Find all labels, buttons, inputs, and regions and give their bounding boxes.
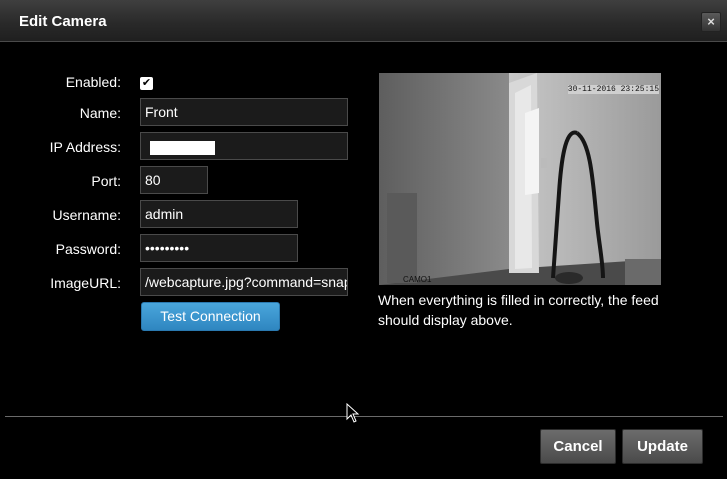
- preview-timestamp: 30-11-2016 23:25:15: [567, 85, 659, 94]
- cancel-button[interactable]: Cancel: [540, 429, 616, 464]
- image-url-label: ImageURL:: [50, 275, 121, 291]
- close-icon[interactable]: ×: [701, 12, 721, 32]
- camera-preview: 30-11-2016 23:25:15 CAMO1: [379, 73, 661, 285]
- dialog-titlebar: Edit Camera ×: [0, 0, 727, 42]
- image-url-input[interactable]: [140, 268, 348, 296]
- name-label: Name:: [79, 105, 121, 121]
- edit-camera-dialog: Edit Camera × Enabled: ✔ Name: IP Addres…: [0, 0, 727, 479]
- camera-feed-image: [379, 73, 661, 285]
- password-input[interactable]: [140, 234, 298, 262]
- enabled-checkbox[interactable]: ✔: [140, 77, 153, 90]
- username-label: Username:: [52, 207, 121, 223]
- mouse-pointer-icon: [346, 403, 360, 423]
- dialog-footer: [0, 417, 727, 479]
- password-label: Password:: [55, 241, 121, 257]
- enabled-label: Enabled:: [65, 74, 121, 90]
- ip-redaction: [150, 141, 215, 155]
- update-button[interactable]: Update: [622, 429, 703, 464]
- preview-hint: When everything is filled in correctly, …: [378, 292, 659, 328]
- name-input[interactable]: [140, 98, 348, 126]
- port-label: Port:: [91, 173, 121, 189]
- username-input[interactable]: [140, 200, 298, 228]
- test-connection-button[interactable]: Test Connection: [141, 302, 280, 331]
- dialog-title: Edit Camera: [19, 13, 107, 30]
- preview-camera-label: CAMO1: [403, 275, 432, 284]
- port-input[interactable]: [140, 166, 208, 194]
- ip-address-label: IP Address:: [49, 139, 121, 155]
